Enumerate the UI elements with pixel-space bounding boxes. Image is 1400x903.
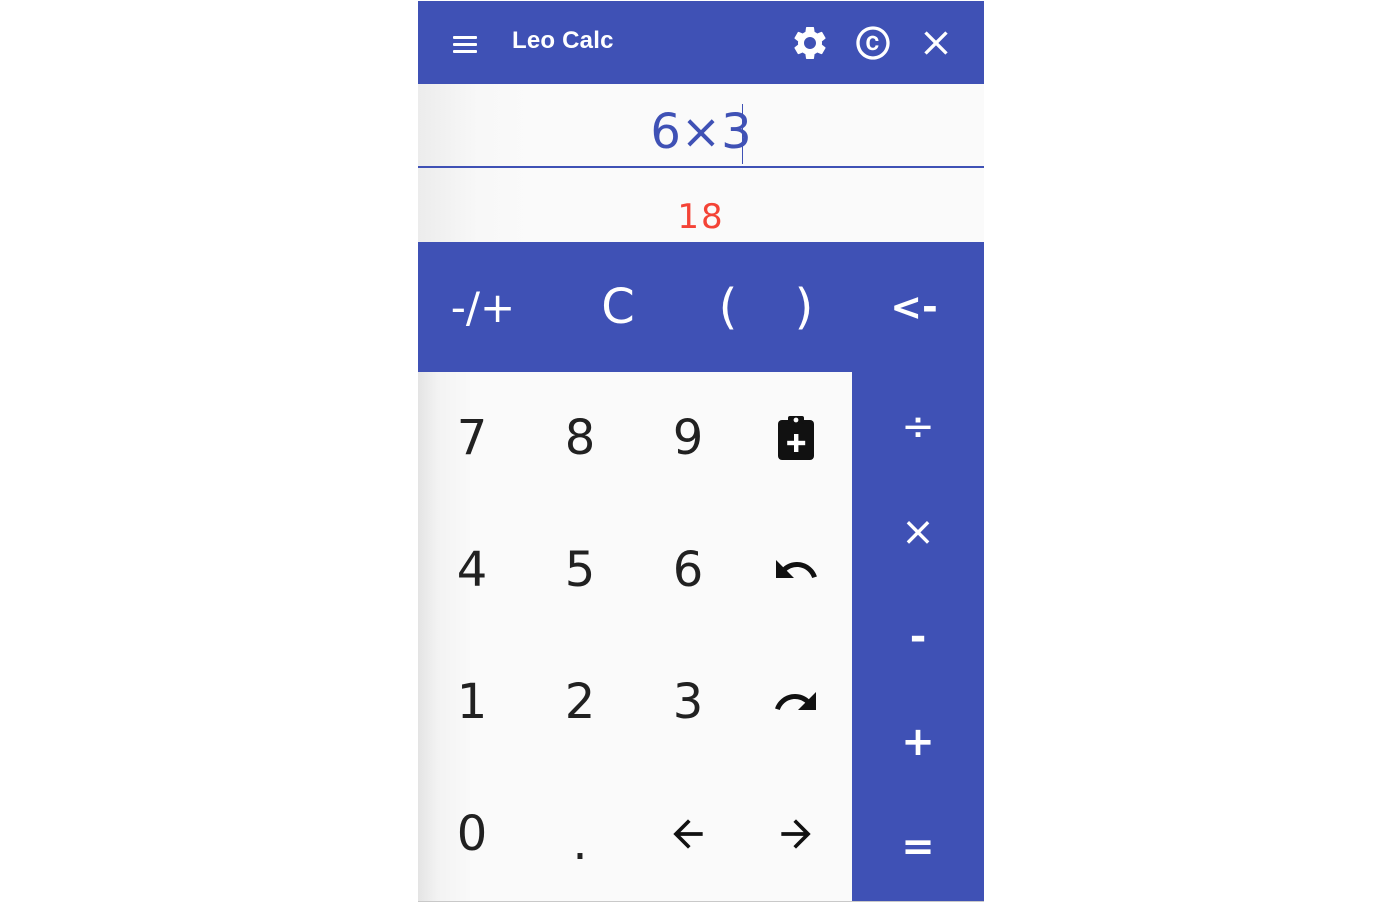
equals-button[interactable]: = [852,794,984,899]
result-text: 18 [677,197,725,237]
backspace-button[interactable]: <- [874,242,954,372]
paste-button[interactable] [742,372,850,504]
key-8[interactable]: 8 [526,372,634,504]
close-paren-button[interactable]: ) [776,242,832,372]
key-3[interactable]: 3 [634,636,742,768]
clear-button[interactable]: C [578,242,658,372]
undo-icon [776,560,817,578]
redo-icon [775,692,816,710]
key-5[interactable]: 5 [526,504,634,636]
key-4[interactable]: 4 [418,504,526,636]
app-header: Leo Calc [418,1,984,84]
divide-button[interactable]: ÷ [852,374,984,479]
close-icon[interactable] [916,23,956,63]
key-7[interactable]: 7 [418,372,526,504]
app-title: Leo Calc [512,27,614,54]
decimal-point-button[interactable]: . [526,768,634,900]
result-display: 18 [418,168,984,242]
redo-button[interactable] [742,636,850,768]
multiply-button[interactable]: × [852,479,984,584]
arrow-right-icon [781,819,811,849]
open-paren-button[interactable]: ( [700,242,756,372]
undo-button[interactable] [742,504,850,636]
cursor-right-button[interactable] [742,768,850,900]
gear-icon[interactable] [790,23,830,63]
subtract-button[interactable]: - [852,584,984,689]
cursor-left-button[interactable] [634,768,742,900]
arrow-left-icon [673,819,703,849]
expression-text: 6×3 [650,104,752,160]
sign-toggle-button[interactable]: -/+ [440,242,526,372]
key-0[interactable]: 0 [418,768,526,900]
top-operator-row: -/+ C ( ) <- [418,242,984,372]
key-2[interactable]: 2 [526,636,634,768]
key-6[interactable]: 6 [634,504,742,636]
copyright-icon[interactable] [853,23,893,63]
expression-field[interactable]: 6×3 [418,84,984,168]
menu-icon[interactable] [446,26,482,62]
clipboard-plus-icon [778,416,814,460]
add-button[interactable]: + [852,689,984,794]
number-keypad: 7 8 9 4 5 6 1 2 3 0 . [418,372,852,901]
side-operator-column: ÷ × - + = [852,372,984,901]
key-1[interactable]: 1 [418,636,526,768]
key-9[interactable]: 9 [634,372,742,504]
text-caret [742,104,743,164]
calculator-window: Leo Calc 6×3 18 -/+ C ( ) <- 7 8 9 4 5 6… [418,1,984,902]
